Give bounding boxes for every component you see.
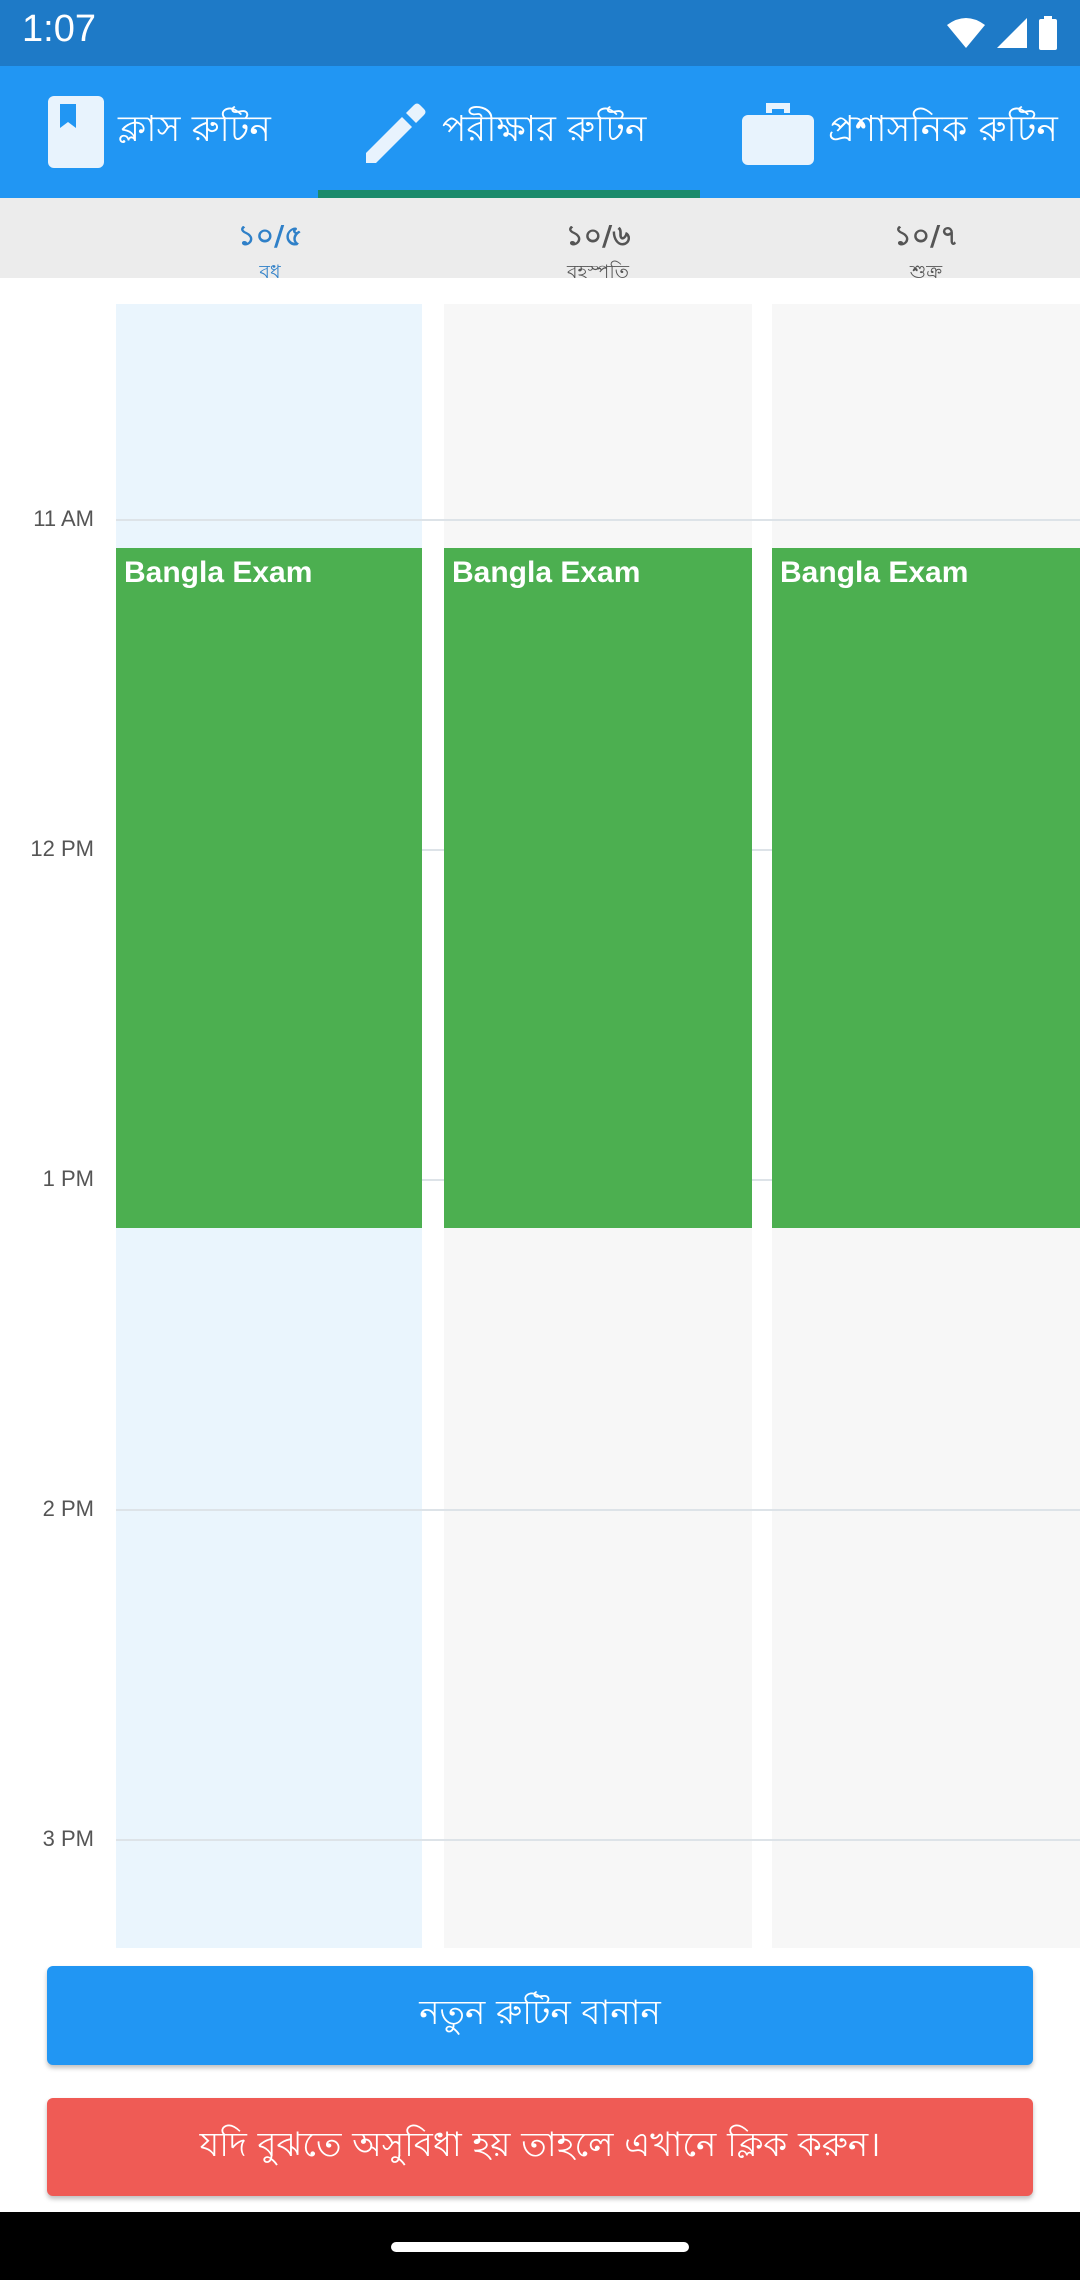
wifi-icon [947,18,985,48]
event-title: Bangla Exam [780,556,969,589]
battery-icon [1039,16,1057,50]
tab-exam-routine[interactable]: পরীক্ষার রুটিন [360,66,646,198]
event-bangla-exam-thursday[interactable]: Bangla Exam [444,548,752,1228]
time-label-3pm: 3 PM [42,1826,94,1851]
tab-class-routine-label: ক্লাস রুটিন [118,109,271,150]
selected-tab-indicator [318,190,700,198]
tab-admin-routine[interactable]: প্রশাসনিক রুটিন [740,66,1058,198]
hour-line [116,1839,1080,1841]
day-date: ১০/৭ [893,219,959,252]
time-label-11am: 11 AM [33,506,94,531]
day-date: ১০/৬ [565,219,631,252]
pencil-icon [360,97,430,167]
home-gesture-handle[interactable] [391,2242,689,2252]
tab-exam-routine-label: পরীক্ষার রুটিন [442,109,647,150]
time-label-2pm: 2 PM [42,1496,94,1521]
event-bangla-exam-wednesday[interactable]: Bangla Exam [116,548,422,1228]
event-bangla-exam-friday[interactable]: Bangla Exam [772,548,1080,1228]
time-label-12pm: 12 PM [30,836,94,861]
hour-line [116,1509,1080,1511]
tab-admin-routine-label: প্রশাসনিক রুটিন [828,109,1058,150]
day-date: ১০/৫ [237,219,303,252]
create-new-routine-button[interactable]: নতুন রুটিন বানান [47,1966,1033,2065]
signal-icon [997,18,1027,48]
help-button-label: যদি বুঝতে অসুবিধা হয় তাহলে এখানে ক্লিক … [199,2124,881,2165]
hour-line [116,519,1080,521]
event-title: Bangla Exam [452,556,641,589]
create-new-routine-label: নতুন রুটিন বানান [419,1993,661,2033]
time-label-1pm: 1 PM [42,1166,94,1191]
help-button[interactable]: যদি বুঝতে অসুবিধা হয় তাহলে এখানে ক্লিক … [47,2098,1033,2196]
event-title: Bangla Exam [124,556,313,589]
briefcase-icon [740,97,816,167]
tab-class-routine[interactable]: ক্লাস রুটিন [46,66,271,198]
status-time: 1:07 [22,8,96,50]
tab-bar: ক্লাস রুটিন পরীক্ষার রুটিন প্রশাসনিক রুট… [0,66,1080,198]
schedule-grid[interactable]: 11 AM 12 PM 1 PM 2 PM 3 PM Bangla Exam B… [0,278,1080,1948]
status-icons [946,15,1058,51]
navigation-bar [0,2212,1080,2280]
status-bar: 1:07 [0,0,1080,66]
bookmark-book-icon [46,94,106,170]
